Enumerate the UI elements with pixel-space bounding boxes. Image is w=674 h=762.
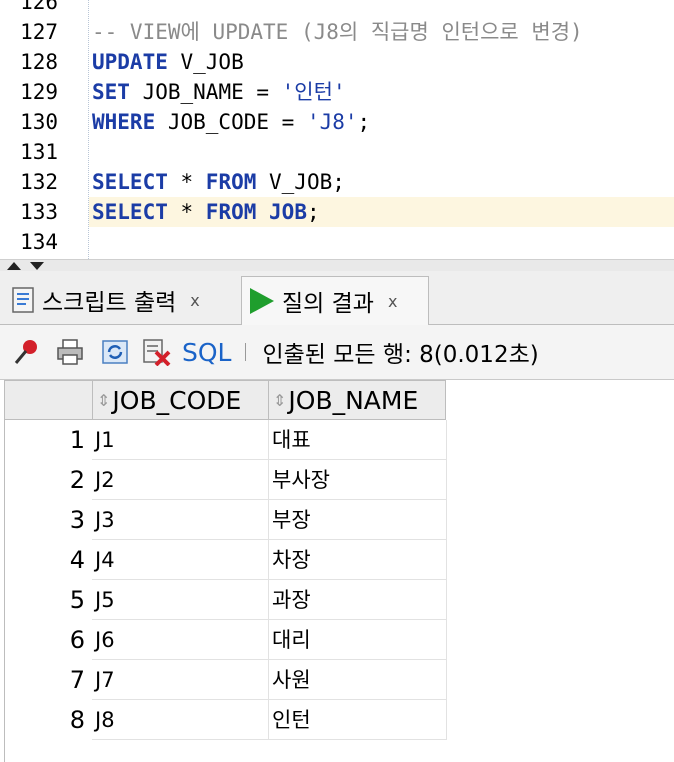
table-row[interactable]: 2 J2 부사장: [5, 460, 447, 500]
cell-job-name[interactable]: 부장: [269, 500, 447, 540]
code-token: *: [167, 170, 206, 194]
sql-keyword: SELECT: [92, 170, 168, 194]
code-token: *: [167, 200, 206, 224]
row-number: 2: [69, 466, 85, 494]
cell-job-name[interactable]: 대리: [269, 620, 447, 660]
row-number: 8: [69, 706, 85, 734]
sql-keyword: FROM: [205, 200, 257, 224]
sql-keyword: SELECT: [92, 200, 168, 224]
fetch-status: 인출된 모든 행: 8(0.012초): [262, 342, 539, 368]
sql-keyword: UPDATE: [92, 50, 168, 74]
result-tab-bar: 스크립트 출력 x 질의 결과 x: [0, 271, 674, 325]
refresh-icon[interactable]: [100, 338, 128, 366]
cell-job-code[interactable]: J5: [92, 580, 269, 620]
sql-link[interactable]: SQL: [182, 338, 231, 367]
cell-job-name[interactable]: 대표: [269, 420, 447, 460]
code-token: V_JOB: [167, 50, 244, 74]
clear-icon[interactable]: [142, 338, 171, 367]
column-header-label: JOB_CODE: [112, 385, 242, 415]
script-output-icon: [12, 287, 36, 313]
run-result-icon: [250, 288, 274, 314]
row-number: 4: [69, 546, 85, 574]
line-number: 131: [20, 140, 58, 164]
sql-string: 'J8': [306, 110, 358, 134]
cell-job-code[interactable]: J2: [92, 460, 269, 500]
column-header-job-code[interactable]: ⇕ JOB_CODE: [92, 380, 269, 420]
table-row[interactable]: 6 J6 대리: [5, 620, 447, 660]
code-line[interactable]: WHERE JOB_CODE = 'J8';: [92, 107, 370, 137]
sql-string: '인턴': [281, 80, 346, 104]
sql-keyword: FROM: [205, 170, 257, 194]
row-number: 6: [69, 626, 85, 654]
sort-icon[interactable]: ⇕: [97, 391, 110, 410]
line-number: 130: [20, 110, 58, 134]
code-line[interactable]: SET JOB_NAME = '인턴': [92, 77, 346, 107]
sql-keyword: WHERE: [92, 110, 156, 134]
code-line[interactable]: SELECT * FROM JOB;: [92, 197, 320, 227]
row-number: 7: [69, 666, 85, 694]
table-row[interactable]: 1 J1 대표: [5, 420, 447, 460]
tab-query-result-label: 질의 결과: [282, 291, 374, 317]
table-row[interactable]: 4 J4 차장: [5, 540, 447, 580]
column-header-label: JOB_NAME: [288, 385, 419, 415]
result-grid[interactable]: ⇕ JOB_CODE ⇕ JOB_NAME 1 J1 대표 2 J2 부사장 3 J3 부장 4 J…: [0, 380, 674, 762]
tab-script-output-label: 스크립트 출력: [42, 290, 177, 316]
table-row[interactable]: 7 J7 사원: [5, 660, 447, 700]
tab-script-output[interactable]: 스크립트 출력 x: [0, 277, 238, 323]
collapse-up-icon[interactable]: [7, 262, 21, 270]
cell-job-name[interactable]: 사원: [269, 660, 447, 700]
code-token: ;: [306, 200, 320, 224]
line-number: 126: [20, 0, 58, 14]
row-number: 3: [69, 506, 85, 534]
cell-job-code[interactable]: J1: [92, 420, 269, 460]
print-icon[interactable]: [56, 338, 84, 366]
close-icon[interactable]: x: [388, 292, 397, 311]
table-row[interactable]: 5 J5 과장: [5, 580, 447, 620]
line-number: 132: [20, 170, 58, 194]
tab-query-result[interactable]: 질의 결과 x: [241, 276, 429, 325]
cell-job-code[interactable]: J3: [92, 500, 269, 540]
column-header-job-name[interactable]: ⇕ JOB_NAME: [268, 380, 446, 420]
code-token: JOB_CODE =: [155, 110, 307, 134]
code-line[interactable]: SELECT * FROM V_JOB;: [92, 167, 345, 197]
line-number: 129: [20, 80, 58, 104]
cell-job-code[interactable]: J6: [92, 620, 269, 660]
code-token: V_JOB;: [256, 170, 345, 194]
line-number: 127: [20, 20, 58, 44]
cell-job-name[interactable]: 인턴: [269, 700, 447, 740]
cell-job-name[interactable]: 과장: [269, 580, 447, 620]
cell-job-code[interactable]: J4: [92, 540, 269, 580]
close-icon[interactable]: x: [190, 291, 199, 310]
table-row[interactable]: 3 J3 부장: [5, 500, 447, 540]
code-token: ;: [357, 110, 371, 134]
code-token: JOB_NAME =: [129, 80, 282, 104]
cell-job-code[interactable]: J8: [92, 700, 269, 740]
sort-icon[interactable]: ⇕: [273, 391, 286, 410]
cell-job-code[interactable]: J7: [92, 660, 269, 700]
line-number: 133: [20, 200, 58, 224]
expand-down-icon[interactable]: [30, 262, 44, 270]
row-number: 1: [69, 426, 85, 454]
cell-job-name[interactable]: 부사장: [269, 460, 447, 500]
result-toolbar: SQL 인출된 모든 행: 8(0.012초): [0, 325, 674, 380]
line-number: 128: [20, 50, 58, 74]
sql-comment: -- VIEW에 UPDATE (J8의 직급명 인턴으로 변경): [92, 20, 583, 44]
row-number: 5: [69, 586, 85, 614]
sql-keyword: SET: [92, 80, 130, 104]
row-number-header: [4, 380, 94, 420]
code-line[interactable]: UPDATE V_JOB: [92, 47, 244, 77]
toolbar-divider: [245, 343, 247, 361]
code-line[interactable]: -- VIEW에 UPDATE (J8의 직급명 인턴으로 변경): [92, 17, 583, 47]
line-number: 134: [20, 230, 58, 254]
table-row[interactable]: 8 J8 인턴: [5, 700, 447, 740]
pin-icon[interactable]: [12, 338, 40, 366]
cell-job-name[interactable]: 차장: [269, 540, 447, 580]
sql-keyword: JOB: [269, 200, 307, 224]
sql-editor[interactable]: 126 127 -- VIEW에 UPDATE (J8의 직급명 인턴으로 변경) 1…: [0, 0, 674, 259]
